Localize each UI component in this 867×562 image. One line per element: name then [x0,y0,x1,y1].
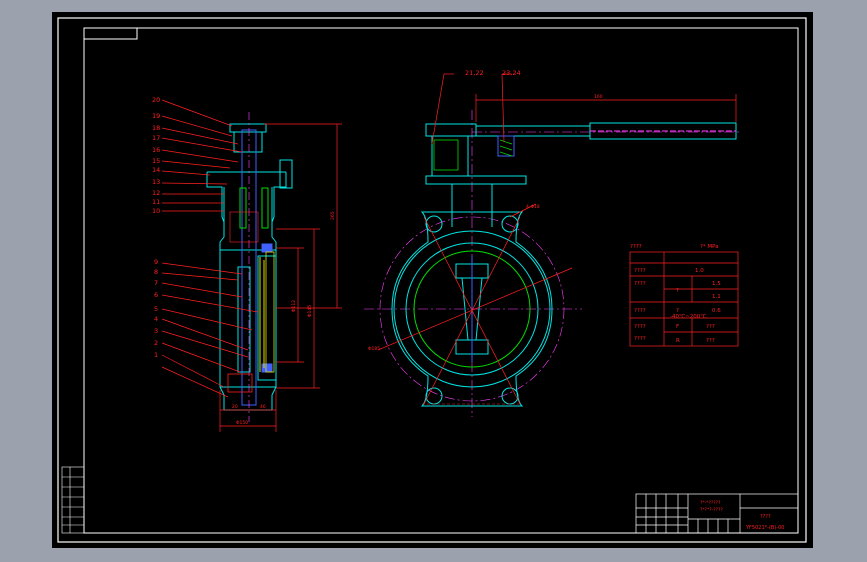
dim-circle: Φ185 [368,346,380,352]
balloon-12: 12 [152,189,160,197]
dim-handle: 160 [594,94,603,100]
spec-header-right: ?* MPa [700,244,719,250]
balloon-15: 15 [152,157,160,165]
balloon-5: 5 [154,305,158,313]
balloon-21-22: 21,22 [465,69,484,77]
dim-b1: 20 [232,404,238,410]
dim-b2: 46 [260,404,266,410]
spec-r2-c2: ? [676,288,679,294]
balloon-19: 19 [152,112,160,120]
balloon-3: 3 [154,327,158,335]
balloon-18: 18 [152,124,160,132]
spec-r7-c2: R [676,338,680,344]
drawing-name: ???? [760,514,771,520]
spec-r6-c2: F [676,324,679,330]
front-view: 21,22 23,24 160 4-Φ18 Φ185 [364,69,742,417]
balloon-8: 8 [154,268,158,276]
spec-table: ???? ?* MPa ???? 1.0 ???? ? 1.5 1.1 ????… [629,244,739,347]
balloon-7: 7 [154,279,158,287]
balloon-4: 4 [154,315,158,323]
balloon-11: 11 [152,198,160,206]
balloon-10: 10 [152,207,160,215]
spec-r2-c3: 1.5 [712,281,721,287]
dim-d2: Φ145 [307,305,313,317]
spec-r5-c2: -40℃~200℃ [670,313,706,320]
outer-border [57,17,807,543]
balloon-17: 17 [152,134,160,142]
balloon-14: 14 [152,166,160,174]
drawing-code: YF5021*-(B)-00 [745,525,784,531]
spec-r4-c3: 0.6 [712,308,721,314]
dim-bolt: 4-Φ18 [526,204,540,210]
company-line2: ?*?*?-???? [700,507,723,513]
balloon-20: 20 [152,96,160,104]
balloon-16: 16 [152,146,160,154]
balloon-9: 9 [154,258,158,266]
spec-r3-c3: 1.1 [712,294,721,300]
title-block: ?*-*????? ?*?*?-???? ???? YF5021*-(B)-00 [635,493,799,534]
dim-d1: Φ112 [291,300,297,312]
dim-overall: 265 [330,211,336,220]
spec-r6-c1: ???? [634,336,646,342]
balloon-2: 2 [154,339,158,347]
balloon-6: 6 [154,291,158,299]
drawing-canvas: 20 19 18 17 16 15 14 13 12 11 10 9 8 7 6… [57,17,807,543]
balloon-13: 13 [152,178,160,186]
inner-border [83,27,799,534]
cad-viewport[interactable]: 20 19 18 17 16 15 14 13 12 11 10 9 8 7 6… [52,12,813,548]
balloon-23-24: 23,24 [502,69,521,77]
reference-box [84,28,138,40]
dim-bottom: Φ150 [236,420,248,426]
spec-r4-c1: ???? [634,308,646,314]
spec-header-left: ???? [630,244,642,250]
spec-r6-c3: ??? [706,324,715,330]
spec-r5-c1: ???? [634,324,646,330]
revision-strip [61,466,85,534]
spec-r2-c1: ???? [634,281,646,287]
spec-r7-c3: ??? [706,338,715,344]
balloon-1: 1 [154,351,158,359]
side-view: 20 19 18 17 16 15 14 13 12 11 10 9 8 7 6… [152,96,342,432]
company-line1: ?*-*????? [700,500,721,506]
spec-r1-c1: ???? [634,268,646,274]
spec-r1-c3: 1.0 [695,268,704,274]
